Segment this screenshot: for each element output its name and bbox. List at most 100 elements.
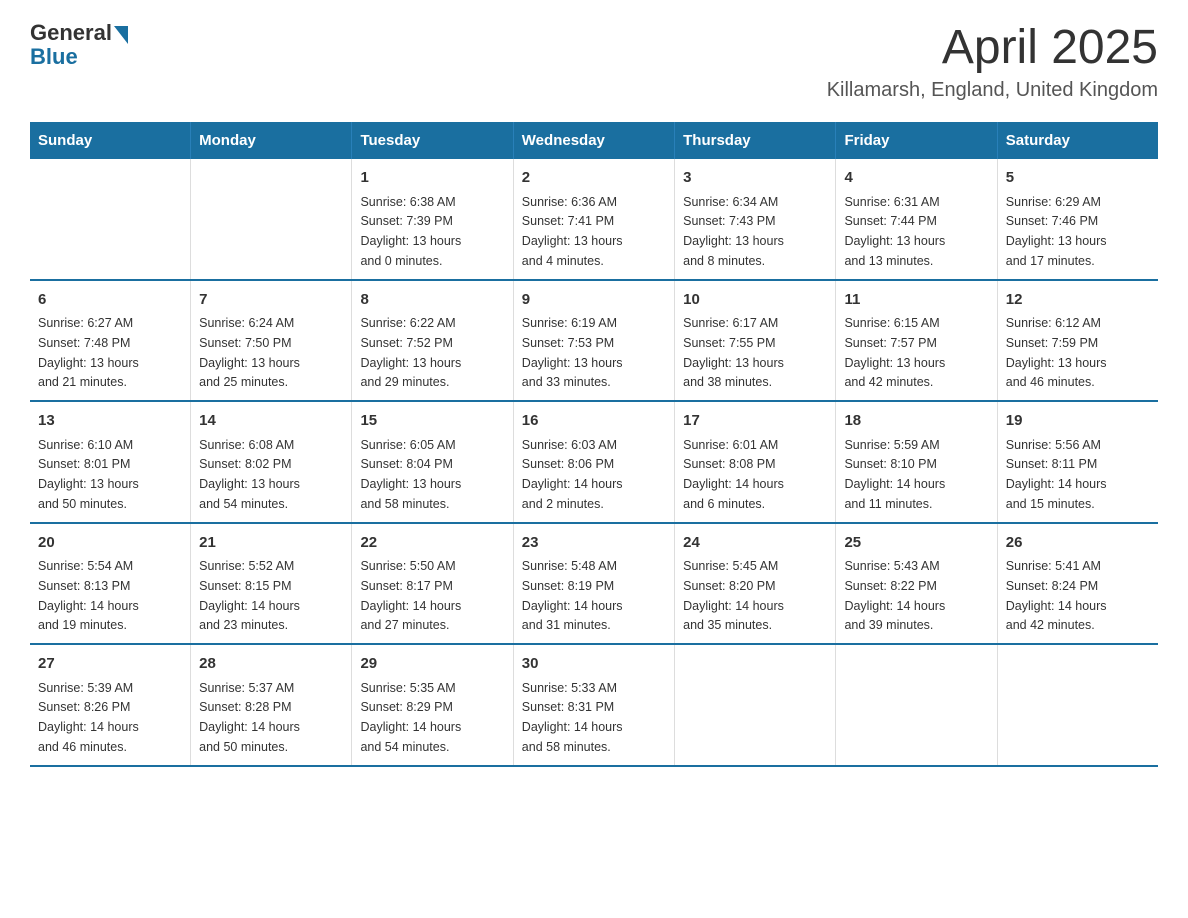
day-info: Sunrise: 5:39 AM Sunset: 8:26 PM Dayligh…	[38, 681, 139, 754]
day-number: 10	[683, 289, 827, 312]
calendar-cell: 7Sunrise: 6:24 AM Sunset: 7:50 PM Daylig…	[191, 280, 352, 402]
calendar-week-row: 13 Sunrise: 6:10 AM Sunset: 8:01 PM Dayli…	[30, 401, 1158, 523]
day-number: 18	[844, 410, 988, 433]
day-info: Sunrise: 6:38 AM Sunset: 7:39 PM Dayligh…	[360, 195, 461, 268]
calendar-cell: 8 Sunrise: 6:22 AM Sunset: 7:52 PM Daylig…	[352, 280, 513, 402]
calendar-cell: 20 Sunrise: 5:54 AM Sunset: 8:13 PM Dayli…	[30, 523, 191, 645]
day-number: 16	[522, 410, 666, 433]
day-number: 7	[199, 289, 343, 312]
calendar-cell: 13 Sunrise: 6:10 AM Sunset: 8:01 PM Dayli…	[30, 401, 191, 523]
calendar-cell: 6 Sunrise: 6:27 AM Sunset: 7:48 PM Daylig…	[30, 280, 191, 402]
calendar-header: SundayMondayTuesdayWednesdayThursdayFrid…	[30, 122, 1158, 159]
day-info: Sunrise: 5:48 AM Sunset: 8:19 PM Dayligh…	[522, 559, 623, 632]
weekday-header-wednesday: Wednesday	[513, 122, 674, 159]
day-info: Sunrise: 5:56 AM Sunset: 8:11 PM Dayligh…	[1006, 438, 1107, 511]
calendar-cell: 27 Sunrise: 5:39 AM Sunset: 8:26 PM Dayli…	[30, 644, 191, 766]
weekday-header-monday: Monday	[191, 122, 352, 159]
day-number: 4	[844, 167, 988, 190]
day-info: Sunrise: 6:31 AM Sunset: 7:44 PM Dayligh…	[844, 195, 945, 268]
calendar-cell: 10 Sunrise: 6:17 AM Sunset: 7:55 PM Dayli…	[675, 280, 836, 402]
logo-general-text: General	[30, 20, 112, 46]
day-number: 24	[683, 532, 827, 555]
page-header: General Blue April 2025 Killamarsh, Engl…	[30, 20, 1158, 102]
day-number: 14	[199, 410, 343, 433]
calendar-week-row: 6 Sunrise: 6:27 AM Sunset: 7:48 PM Daylig…	[30, 280, 1158, 402]
calendar-table: SundayMondayTuesdayWednesdayThursdayFrid…	[30, 122, 1158, 767]
day-info: Sunrise: 5:33 AM Sunset: 8:31 PM Dayligh…	[522, 681, 623, 754]
calendar-cell: 2 Sunrise: 6:36 AM Sunset: 7:41 PM Daylig…	[513, 159, 674, 280]
day-info: Sunrise: 6:03 AM Sunset: 8:06 PM Dayligh…	[522, 438, 623, 511]
day-number: 8	[360, 289, 504, 312]
day-info: Sunrise: 5:41 AM Sunset: 8:24 PM Dayligh…	[1006, 559, 1107, 632]
day-info: Sunrise: 6:22 AM Sunset: 7:52 PM Dayligh…	[360, 316, 461, 389]
weekday-header-friday: Friday	[836, 122, 997, 159]
calendar-cell: 9Sunrise: 6:19 AM Sunset: 7:53 PM Daylig…	[513, 280, 674, 402]
calendar-body: 1 Sunrise: 6:38 AM Sunset: 7:39 PM Daylig…	[30, 159, 1158, 766]
day-info: Sunrise: 6:01 AM Sunset: 8:08 PM Dayligh…	[683, 438, 784, 511]
day-number: 20	[38, 532, 182, 555]
day-number: 25	[844, 532, 988, 555]
calendar-cell: 23Sunrise: 5:48 AM Sunset: 8:19 PM Dayli…	[513, 523, 674, 645]
calendar-week-row: 20 Sunrise: 5:54 AM Sunset: 8:13 PM Dayli…	[30, 523, 1158, 645]
calendar-cell: 17 Sunrise: 6:01 AM Sunset: 8:08 PM Dayli…	[675, 401, 836, 523]
calendar-cell: 16 Sunrise: 6:03 AM Sunset: 8:06 PM Dayli…	[513, 401, 674, 523]
day-info: Sunrise: 6:12 AM Sunset: 7:59 PM Dayligh…	[1006, 316, 1107, 389]
day-number: 22	[360, 532, 504, 555]
logo-blue-text: Blue	[30, 44, 128, 70]
day-number: 12	[1006, 289, 1150, 312]
day-number: 5	[1006, 167, 1150, 190]
calendar-cell	[836, 644, 997, 766]
page-subtitle: Killamarsh, England, United Kingdom	[827, 79, 1158, 102]
calendar-cell: 11 Sunrise: 6:15 AM Sunset: 7:57 PM Dayli…	[836, 280, 997, 402]
day-number: 27	[38, 653, 182, 676]
calendar-week-row: 27 Sunrise: 5:39 AM Sunset: 8:26 PM Dayli…	[30, 644, 1158, 766]
calendar-cell: 14Sunrise: 6:08 AM Sunset: 8:02 PM Dayli…	[191, 401, 352, 523]
day-number: 15	[360, 410, 504, 433]
day-number: 17	[683, 410, 827, 433]
day-info: Sunrise: 5:54 AM Sunset: 8:13 PM Dayligh…	[38, 559, 139, 632]
weekday-header-tuesday: Tuesday	[352, 122, 513, 159]
calendar-cell: 3 Sunrise: 6:34 AM Sunset: 7:43 PM Daylig…	[675, 159, 836, 280]
calendar-cell: 26Sunrise: 5:41 AM Sunset: 8:24 PM Dayli…	[997, 523, 1158, 645]
calendar-cell: 19 Sunrise: 5:56 AM Sunset: 8:11 PM Dayli…	[997, 401, 1158, 523]
weekday-header-thursday: Thursday	[675, 122, 836, 159]
day-info: Sunrise: 6:15 AM Sunset: 7:57 PM Dayligh…	[844, 316, 945, 389]
day-info: Sunrise: 6:10 AM Sunset: 8:01 PM Dayligh…	[38, 438, 139, 511]
calendar-cell	[30, 159, 191, 280]
calendar-week-row: 1 Sunrise: 6:38 AM Sunset: 7:39 PM Daylig…	[30, 159, 1158, 280]
day-info: Sunrise: 6:05 AM Sunset: 8:04 PM Dayligh…	[360, 438, 461, 511]
day-number: 19	[1006, 410, 1150, 433]
title-section: April 2025 Killamarsh, England, United K…	[827, 20, 1158, 102]
weekday-header-row: SundayMondayTuesdayWednesdayThursdayFrid…	[30, 122, 1158, 159]
day-info: Sunrise: 6:27 AM Sunset: 7:48 PM Dayligh…	[38, 316, 139, 389]
calendar-cell: 22 Sunrise: 5:50 AM Sunset: 8:17 PM Dayli…	[352, 523, 513, 645]
day-info: Sunrise: 5:43 AM Sunset: 8:22 PM Dayligh…	[844, 559, 945, 632]
day-number: 28	[199, 653, 343, 676]
day-info: Sunrise: 6:29 AM Sunset: 7:46 PM Dayligh…	[1006, 195, 1107, 268]
calendar-cell: 30Sunrise: 5:33 AM Sunset: 8:31 PM Dayli…	[513, 644, 674, 766]
day-number: 29	[360, 653, 504, 676]
calendar-cell	[997, 644, 1158, 766]
day-number: 2	[522, 167, 666, 190]
day-info: Sunrise: 5:35 AM Sunset: 8:29 PM Dayligh…	[360, 681, 461, 754]
day-info: Sunrise: 6:17 AM Sunset: 7:55 PM Dayligh…	[683, 316, 784, 389]
day-info: Sunrise: 5:59 AM Sunset: 8:10 PM Dayligh…	[844, 438, 945, 511]
day-info: Sunrise: 6:34 AM Sunset: 7:43 PM Dayligh…	[683, 195, 784, 268]
calendar-cell: 24Sunrise: 5:45 AM Sunset: 8:20 PM Dayli…	[675, 523, 836, 645]
page-title: April 2025	[827, 20, 1158, 75]
day-number: 6	[38, 289, 182, 312]
calendar-cell: 12 Sunrise: 6:12 AM Sunset: 7:59 PM Dayli…	[997, 280, 1158, 402]
calendar-cell: 18 Sunrise: 5:59 AM Sunset: 8:10 PM Dayli…	[836, 401, 997, 523]
day-info: Sunrise: 5:52 AM Sunset: 8:15 PM Dayligh…	[199, 559, 300, 632]
day-number: 9	[522, 289, 666, 312]
day-info: Sunrise: 5:50 AM Sunset: 8:17 PM Dayligh…	[360, 559, 461, 632]
calendar-cell: 28Sunrise: 5:37 AM Sunset: 8:28 PM Dayli…	[191, 644, 352, 766]
day-info: Sunrise: 6:36 AM Sunset: 7:41 PM Dayligh…	[522, 195, 623, 268]
day-number: 11	[844, 289, 988, 312]
day-number: 21	[199, 532, 343, 555]
day-number: 3	[683, 167, 827, 190]
day-number: 1	[360, 167, 504, 190]
calendar-cell: 4 Sunrise: 6:31 AM Sunset: 7:44 PM Daylig…	[836, 159, 997, 280]
day-number: 13	[38, 410, 182, 433]
calendar-cell	[675, 644, 836, 766]
